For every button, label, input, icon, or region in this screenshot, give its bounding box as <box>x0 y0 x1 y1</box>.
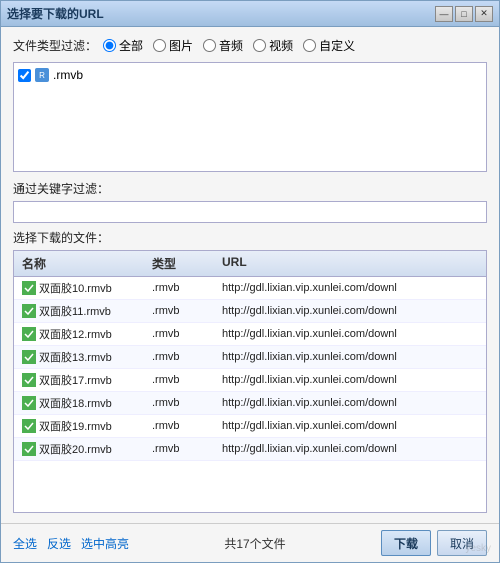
title-bar: 选择要下载的URL — □ ✕ <box>1 1 499 27</box>
table-body[interactable]: 双面胶10.rmvb .rmvb http://gdl.lixian.vip.x… <box>14 277 486 512</box>
row-check-icon <box>22 442 36 456</box>
td-type: .rmvb <box>148 395 218 411</box>
row-filename: 双面胶12.rmvb <box>39 326 112 342</box>
td-type: .rmvb <box>148 441 218 457</box>
td-name: 双面胶19.rmvb <box>18 416 148 436</box>
td-name: 双面胶18.rmvb <box>18 393 148 413</box>
row-check-icon <box>22 373 36 387</box>
select-all-link[interactable]: 全选 <box>13 535 37 552</box>
action-buttons: 下载 取消 <box>381 530 487 556</box>
td-name: 双面胶11.rmvb <box>18 301 148 321</box>
keyword-section: 通过关键字过滤： <box>13 180 487 223</box>
td-type: .rmvb <box>148 349 218 365</box>
td-url: http://gdl.lixian.vip.xunlei.com/downl <box>218 441 482 457</box>
cancel-button[interactable]: 取消 <box>437 530 487 556</box>
filter-option-image-label: 图片 <box>169 37 193 54</box>
td-name: 双面胶17.rmvb <box>18 370 148 390</box>
filter-option-video[interactable]: 视频 <box>253 37 293 54</box>
row-filename: 双面胶11.rmvb <box>39 303 111 319</box>
td-url: http://gdl.lixian.vip.xunlei.com/downl <box>218 280 482 296</box>
row-filename: 双面胶18.rmvb <box>39 395 112 411</box>
filter-label: 文件类型过滤： <box>13 37 97 54</box>
dialog-window: 选择要下载的URL — □ ✕ 文件类型过滤： 全部 图片 音 <box>0 0 500 563</box>
row-check-icon <box>22 419 36 433</box>
title-text: 选择要下载的URL <box>7 5 435 22</box>
row-check-icon <box>22 350 36 364</box>
table-row[interactable]: 双面胶18.rmvb .rmvb http://gdl.lixian.vip.x… <box>14 392 486 415</box>
keyword-input[interactable] <box>13 201 487 223</box>
row-filename: 双面胶10.rmvb <box>39 280 112 296</box>
th-type: 类型 <box>148 253 218 274</box>
highlight-link[interactable]: 选中高亮 <box>81 535 129 552</box>
title-buttons: — □ ✕ <box>435 6 493 22</box>
row-check-icon <box>22 281 36 295</box>
td-type: .rmvb <box>148 326 218 342</box>
td-name: 双面胶20.rmvb <box>18 439 148 459</box>
filetype-item-rmvb: R .rmvb <box>18 67 482 83</box>
row-filename: 双面胶17.rmvb <box>39 372 112 388</box>
file-type-listbox[interactable]: R .rmvb <box>13 62 487 172</box>
filter-option-image[interactable]: 图片 <box>153 37 193 54</box>
row-check-icon <box>22 327 36 341</box>
row-check-icon <box>22 304 36 318</box>
keyword-label: 通过关键字过滤： <box>13 180 487 197</box>
download-files-label: 选择下载的文件： <box>13 229 487 246</box>
filetype-label-rmvb: .rmvb <box>53 68 83 82</box>
close-button[interactable]: ✕ <box>475 6 493 22</box>
download-table: 名称 类型 URL 双面胶10.rmvb .rmvb http://gdl.li… <box>13 250 487 513</box>
filetype-checkbox-rmvb[interactable] <box>18 69 31 82</box>
td-type: .rmvb <box>148 280 218 296</box>
table-row[interactable]: 双面胶12.rmvb .rmvb http://gdl.lixian.vip.x… <box>14 323 486 346</box>
bottom-links: 全选 反选 选中高亮 <box>13 535 129 552</box>
td-name: 双面胶12.rmvb <box>18 324 148 344</box>
table-row[interactable]: 双面胶20.rmvb .rmvb http://gdl.lixian.vip.x… <box>14 438 486 461</box>
row-filename: 双面胶13.rmvb <box>39 349 112 365</box>
filter-option-all-label: 全部 <box>119 37 143 54</box>
filter-option-video-label: 视频 <box>269 37 293 54</box>
download-button[interactable]: 下载 <box>381 530 431 556</box>
filter-option-custom[interactable]: 自定义 <box>303 37 355 54</box>
table-row[interactable]: 双面胶11.rmvb .rmvb http://gdl.lixian.vip.x… <box>14 300 486 323</box>
filter-option-audio-label: 音频 <box>219 37 243 54</box>
td-url: http://gdl.lixian.vip.xunlei.com/downl <box>218 395 482 411</box>
table-row[interactable]: 双面胶13.rmvb .rmvb http://gdl.lixian.vip.x… <box>14 346 486 369</box>
th-name: 名称 <box>18 253 148 274</box>
filter-radio-group: 全部 图片 音频 视频 自定义 <box>103 37 355 54</box>
td-name: 双面胶10.rmvb <box>18 278 148 298</box>
dialog-content: 文件类型过滤： 全部 图片 音频 视频 <box>1 27 499 523</box>
file-count: 共17个文件 <box>129 535 381 552</box>
restore-button[interactable]: □ <box>455 6 473 22</box>
row-check-icon <box>22 396 36 410</box>
td-type: .rmvb <box>148 418 218 434</box>
td-url: http://gdl.lixian.vip.xunlei.com/downl <box>218 418 482 434</box>
td-type: .rmvb <box>148 303 218 319</box>
minimize-button[interactable]: — <box>435 6 453 22</box>
row-filename: 双面胶20.rmvb <box>39 441 112 457</box>
td-url: http://gdl.lixian.vip.xunlei.com/downl <box>218 326 482 342</box>
filter-option-audio[interactable]: 音频 <box>203 37 243 54</box>
table-row[interactable]: 双面胶17.rmvb .rmvb http://gdl.lixian.vip.x… <box>14 369 486 392</box>
filter-row: 文件类型过滤： 全部 图片 音频 视频 <box>13 37 487 54</box>
td-url: http://gdl.lixian.vip.xunlei.com/downl <box>218 303 482 319</box>
filter-option-all[interactable]: 全部 <box>103 37 143 54</box>
table-row[interactable]: 双面胶19.rmvb .rmvb http://gdl.lixian.vip.x… <box>14 415 486 438</box>
td-type: .rmvb <box>148 372 218 388</box>
table-header: 名称 类型 URL <box>14 251 486 277</box>
td-url: http://gdl.lixian.vip.xunlei.com/downl <box>218 349 482 365</box>
th-url: URL <box>218 253 482 274</box>
filter-option-custom-label: 自定义 <box>319 37 355 54</box>
bottom-bar: 全选 反选 选中高亮 共17个文件 下载 取消 <box>1 523 499 562</box>
invert-link[interactable]: 反选 <box>47 535 71 552</box>
rmvb-icon: R <box>35 68 49 82</box>
table-row[interactable]: 双面胶10.rmvb .rmvb http://gdl.lixian.vip.x… <box>14 277 486 300</box>
row-filename: 双面胶19.rmvb <box>39 418 112 434</box>
td-url: http://gdl.lixian.vip.xunlei.com/downl <box>218 372 482 388</box>
td-name: 双面胶13.rmvb <box>18 347 148 367</box>
